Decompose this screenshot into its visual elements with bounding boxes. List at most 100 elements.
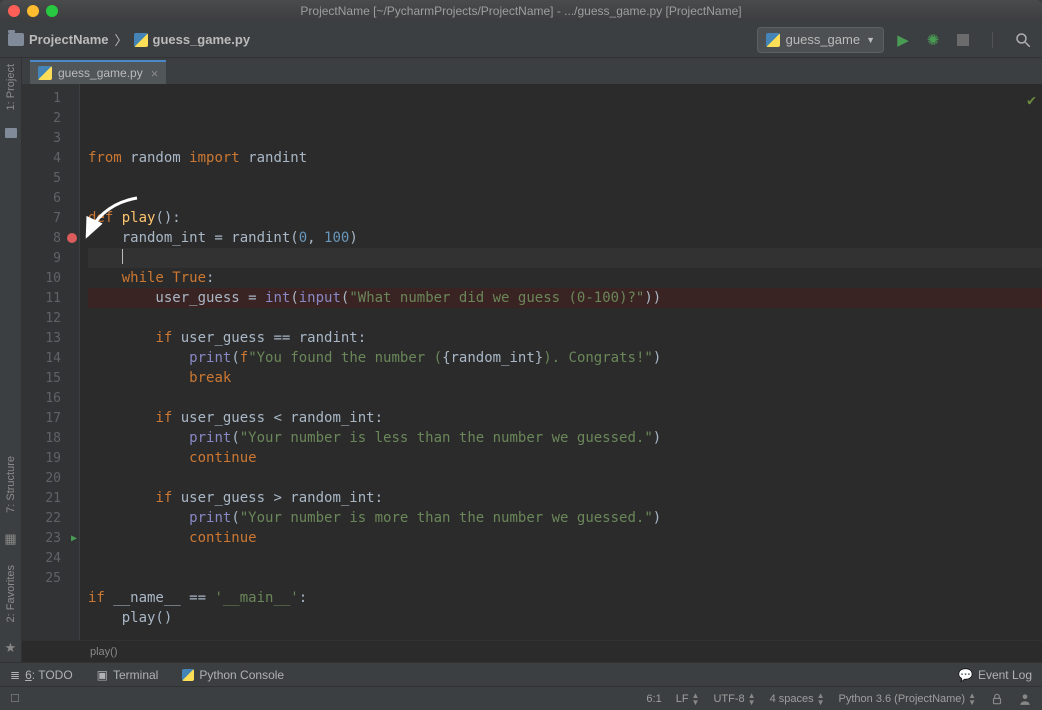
function-breadcrumb-label: play() <box>90 646 118 658</box>
gutter-line[interactable]: 1 <box>22 88 79 108</box>
gutter-line[interactable]: 8 <box>22 228 79 248</box>
navigation-bar: ProjectName 〉 guess_game.py guess_game ▼… <box>0 22 1042 58</box>
gutter-line[interactable]: 10 <box>22 268 79 288</box>
gutter-line[interactable]: 24 <box>22 548 79 568</box>
code-line[interactable] <box>88 388 1042 408</box>
tool-favorites[interactable]: 2: Favorites <box>5 565 17 622</box>
function-breadcrumb[interactable]: play() <box>22 640 1042 662</box>
run-gutter-icon[interactable]: ▶ <box>71 533 77 544</box>
breadcrumb-project-label: ProjectName <box>29 32 108 47</box>
gutter-line[interactable]: 23▶ <box>22 528 79 548</box>
code-line[interactable]: while True: <box>88 268 1042 288</box>
code-line[interactable]: from random import randint <box>88 148 1042 168</box>
gutter-line[interactable]: 13 <box>22 328 79 348</box>
caret-position[interactable]: 6:1 <box>646 693 661 705</box>
gutter-line[interactable]: 20 <box>22 468 79 488</box>
code-line[interactable] <box>88 468 1042 488</box>
gutter-line[interactable]: 15 <box>22 368 79 388</box>
code-line[interactable]: play() <box>88 608 1042 628</box>
hector-icon[interactable] <box>1018 692 1032 706</box>
folder-icon <box>8 33 24 46</box>
gutter-line[interactable]: 2 <box>22 108 79 128</box>
code-line[interactable]: continue <box>88 528 1042 548</box>
gutter-line[interactable]: 7 <box>22 208 79 228</box>
toolwindow-toggle-icon[interactable]: ☐ <box>10 693 20 705</box>
code-line[interactable] <box>88 248 1042 268</box>
minimize-window-button[interactable] <box>27 5 39 17</box>
gutter-line[interactable]: 17 <box>22 408 79 428</box>
gutter-line[interactable]: 14 <box>22 348 79 368</box>
breakpoint-icon[interactable] <box>67 233 77 243</box>
status-bar: ☐ 6:1 LF▲▼ UTF-8▲▼ 4 spaces▲▼ Python 3.6… <box>0 686 1042 710</box>
editor-area: guess_game.py × 123456789101112131415161… <box>22 58 1042 662</box>
breadcrumb-file[interactable]: guess_game.py <box>134 32 251 47</box>
gutter-line[interactable]: 19 <box>22 448 79 468</box>
code-line[interactable]: def play(): <box>88 208 1042 228</box>
analysis-ok-icon: ✔ <box>1027 90 1036 110</box>
code-line[interactable]: user_guess = int(input("What number did … <box>88 288 1042 308</box>
code-line[interactable] <box>88 548 1042 568</box>
window-title: ProjectName [~/PycharmProjects/ProjectNa… <box>300 4 741 18</box>
readonly-toggle-icon[interactable] <box>990 692 1004 706</box>
editor-tabs: guess_game.py × <box>22 58 1042 84</box>
run-button[interactable]: ▶ <box>892 29 914 51</box>
gutter-line[interactable]: 5 <box>22 168 79 188</box>
indent-settings[interactable]: 4 spaces▲▼ <box>770 692 825 706</box>
close-tab-icon[interactable]: × <box>149 66 161 81</box>
code-line[interactable] <box>88 308 1042 328</box>
code-line[interactable] <box>88 628 1042 640</box>
chevron-right-icon: 〉 <box>114 30 127 49</box>
editor-tab[interactable]: guess_game.py × <box>30 60 166 84</box>
code-line[interactable]: if user_guess > random_int: <box>88 488 1042 508</box>
code-line[interactable]: continue <box>88 448 1042 468</box>
code-pane[interactable]: ✔ from random import randintdef play(): … <box>80 84 1042 640</box>
code-line[interactable]: print("Your number is less than the numb… <box>88 428 1042 448</box>
code-line[interactable]: break <box>88 368 1042 388</box>
code-line[interactable] <box>88 188 1042 208</box>
tool-project[interactable]: 1: Project <box>5 64 17 110</box>
gutter-line[interactable]: 9 <box>22 248 79 268</box>
gutter-line[interactable]: 16 <box>22 388 79 408</box>
close-window-button[interactable] <box>8 5 20 17</box>
code-editor[interactable]: 1234567891011121314151617181920212223▶24… <box>22 84 1042 640</box>
code-line[interactable]: if __name__ == '__main__': <box>88 588 1042 608</box>
code-line[interactable]: if user_guess < random_int: <box>88 408 1042 428</box>
code-line[interactable]: print("Your number is more than the numb… <box>88 508 1042 528</box>
breadcrumb-project[interactable]: ProjectName <box>8 32 108 47</box>
code-line[interactable]: random_int = randint(0, 100) <box>88 228 1042 248</box>
search-everywhere-button[interactable] <box>1012 29 1034 51</box>
gutter-line[interactable]: 4 <box>22 148 79 168</box>
gutter-line[interactable]: 11 <box>22 288 79 308</box>
code-line[interactable] <box>88 568 1042 588</box>
gutter-line[interactable]: 3 <box>22 128 79 148</box>
gutter[interactable]: 1234567891011121314151617181920212223▶24… <box>22 84 80 640</box>
debug-button[interactable]: ✺ <box>922 29 944 51</box>
stop-button[interactable] <box>952 29 974 51</box>
run-config-selector[interactable]: guess_game ▼ <box>757 27 884 53</box>
python-file-icon <box>38 66 52 80</box>
zoom-window-button[interactable] <box>46 5 58 17</box>
titlebar: ProjectName [~/PycharmProjects/ProjectNa… <box>0 0 1042 22</box>
code-line[interactable]: print(f"You found the number ({random_in… <box>88 348 1042 368</box>
gutter-line[interactable]: 18 <box>22 428 79 448</box>
tool-terminal[interactable]: ▣ Terminal <box>97 668 159 682</box>
gutter-line[interactable]: 6 <box>22 188 79 208</box>
code-line[interactable]: if user_guess == randint: <box>88 328 1042 348</box>
tool-favorites-label: 2: Favorites <box>5 565 17 622</box>
code-line[interactable] <box>88 168 1042 188</box>
gutter-line[interactable]: 22 <box>22 508 79 528</box>
tool-python-console[interactable]: Python Console <box>182 668 284 682</box>
editor-tab-label: guess_game.py <box>58 66 143 80</box>
file-encoding[interactable]: UTF-8▲▼ <box>713 692 755 706</box>
gutter-line[interactable]: 25 <box>22 568 79 588</box>
tool-structure-label: 7: Structure <box>5 456 17 513</box>
gutter-line[interactable]: 12 <box>22 308 79 328</box>
dropdown-icon: ▼ <box>866 35 875 45</box>
interpreter[interactable]: Python 3.6 (ProjectName)▲▼ <box>839 692 976 706</box>
line-separator[interactable]: LF▲▼ <box>676 692 700 706</box>
tool-event-log[interactable]: 💬 Event Log <box>958 668 1032 682</box>
tool-structure[interactable]: 7: Structure <box>5 456 17 513</box>
gutter-line[interactable]: 21 <box>22 488 79 508</box>
tool-todo[interactable]: ≣ 6: TODO <box>10 668 73 682</box>
tool-eventlog-label: Event Log <box>978 668 1032 682</box>
